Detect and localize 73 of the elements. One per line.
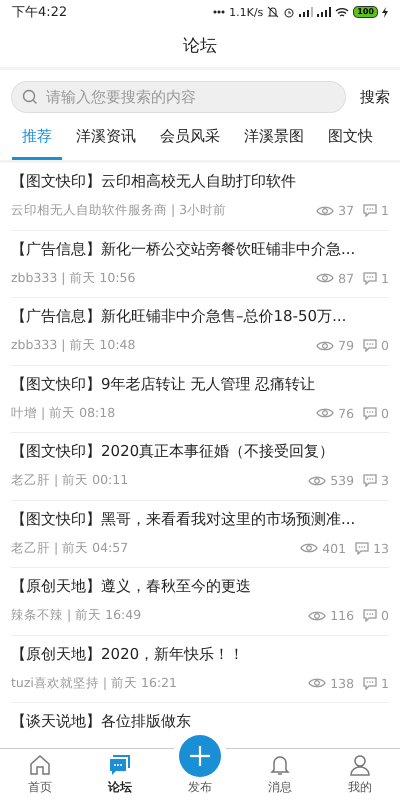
eye-icon (308, 677, 326, 689)
wifi-icon (335, 6, 350, 18)
nav-tab[interactable]: 首页 (0, 753, 80, 796)
eye-icon (300, 542, 318, 554)
nav-tab[interactable]: 论坛 (80, 753, 160, 796)
alarm-icon (283, 6, 296, 18)
nav-tab[interactable]: 发布 (160, 735, 240, 796)
comment-count: 3 (381, 473, 389, 488)
charging-icon (382, 6, 388, 18)
status-time: 下午4:22 (12, 4, 68, 21)
network-speed: 1.1K/s (229, 6, 264, 18)
post-meta: zbb333 | 前天 10:48 (11, 337, 136, 354)
search-button[interactable]: 搜索 (360, 88, 390, 106)
post-title[interactable]: 【广告信息】新化一桥公交站旁餐饮旺铺非中介急... (11, 240, 389, 258)
post-meta: tuzi喜欢就坚持 | 前天 16:21 (11, 674, 178, 692)
post-title[interactable]: 【图文快印】2020真正本事征婚（不接受回复） (11, 442, 389, 461)
comment-icon (363, 406, 378, 420)
post-title[interactable]: 【谈天说地】各位排版做东 (11, 712, 389, 731)
comment-count: 13 (373, 540, 389, 556)
eye-icon (308, 474, 326, 486)
view-count: 87 (338, 270, 354, 286)
comment-count: 0 (381, 406, 389, 420)
search-field[interactable]: 请输入您要搜索的内容 (11, 81, 346, 113)
view-count: 79 (338, 338, 354, 353)
comment-icon (363, 204, 378, 217)
comment-icon (363, 339, 378, 352)
view-count: 401 (322, 540, 346, 556)
category-tab[interactable]: 图文快 (318, 123, 383, 160)
post-meta: 老乙肝 | 前天 04:57 (11, 540, 128, 556)
post-title[interactable]: 【图文快印】9年老店转让 无人管理 忍痛转让 (11, 374, 389, 394)
comment-count: 1 (381, 203, 389, 218)
post-title[interactable]: 【图文快印】云印相高校无人自助打印软件 (11, 172, 389, 191)
eye-icon (308, 610, 326, 622)
post-title[interactable]: 【原创天地】2020，新年快乐！！ (11, 644, 389, 664)
comment-icon (355, 542, 370, 554)
category-tab[interactable]: 推荐 (12, 123, 62, 160)
comment-icon (363, 272, 378, 284)
nav-tab[interactable]: 消息 (240, 753, 320, 796)
category-tab[interactable]: 会员风采 (150, 123, 230, 160)
view-count: 138 (330, 676, 354, 690)
signal-icon (317, 7, 332, 17)
battery-level: 100 (353, 6, 378, 18)
view-count: 37 (338, 203, 354, 218)
post-title[interactable]: 【图文快印】黑哥，来看看我对这里的市场预测准... (11, 510, 389, 528)
category-tab[interactable]: 洋溪景图 (234, 123, 314, 160)
page-title: 论坛 (183, 35, 217, 57)
view-count: 539 (330, 473, 354, 488)
mute-bell-icon (267, 6, 280, 18)
nav-tab[interactable]: 我的 (320, 753, 400, 796)
post-meta: 辣条不辣 | 前天 16:49 (11, 607, 142, 624)
eye-icon (316, 340, 334, 352)
view-count: 116 (330, 608, 354, 623)
eye-icon (316, 204, 334, 216)
comment-count: 0 (381, 608, 389, 623)
view-count: 76 (338, 406, 354, 420)
post-title[interactable]: 【原创天地】遵义，春秋至今的更迭 (11, 577, 389, 596)
comment-icon (363, 609, 378, 622)
comment-count: 1 (381, 676, 389, 690)
post-meta: 老乙肝 | 前天 00:11 (11, 472, 128, 489)
search-icon (22, 89, 38, 105)
eye-icon (316, 407, 334, 419)
dots-icon (213, 10, 226, 14)
comment-count: 0 (381, 338, 389, 353)
comment-count: 1 (381, 270, 389, 286)
category-tab[interactable]: 洋溪资讯 (66, 123, 146, 160)
post-title[interactable]: 【广告信息】新化旺铺非中介急售–总价18-50万... (11, 307, 389, 326)
post-meta: 云印相无人自助软件服务商 | 3小时前 (11, 202, 226, 219)
comment-icon (363, 474, 378, 487)
post-meta: 叶增 | 前天 08:18 (11, 404, 116, 422)
signal-icon (299, 7, 314, 17)
post-meta: zbb333 | 前天 10:56 (11, 270, 136, 286)
comment-icon (363, 676, 378, 690)
eye-icon (316, 272, 334, 284)
